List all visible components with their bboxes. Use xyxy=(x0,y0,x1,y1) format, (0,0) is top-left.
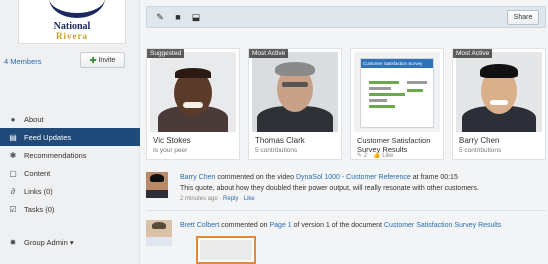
sidebar-item-tasks[interactable]: ☑ Tasks (0) xyxy=(0,200,140,218)
card-tag: Most Active xyxy=(249,49,289,58)
group-admin-menu[interactable]: ✹ Group Admin ▾ xyxy=(0,233,140,251)
recommendation-cards: Suggested Vic Stokes Is your peer Most A… xyxy=(146,48,546,166)
profile-photo xyxy=(456,52,542,132)
invite-button[interactable]: ✚ Invite xyxy=(80,52,125,68)
link-icon: ∂ xyxy=(11,186,15,196)
document-card[interactable]: Customer Satisfaction Survey Customer Sa… xyxy=(350,48,444,160)
feed-text: Brett Colbert commented on Page 1 of ver… xyxy=(180,220,540,231)
info-icon: ● xyxy=(10,114,16,124)
logo-subname: Rivera xyxy=(56,31,88,41)
checkbox-icon: ☑ xyxy=(9,204,17,214)
logo-arc xyxy=(49,0,105,18)
avatar[interactable] xyxy=(146,172,168,198)
profile-photo xyxy=(252,52,338,132)
person-card[interactable]: Suggested Vic Stokes Is your peer xyxy=(146,48,240,160)
profile-photo xyxy=(150,52,236,132)
attachment-thumbnail[interactable] xyxy=(196,236,256,264)
upload-icon[interactable]: ⬓ xyxy=(189,10,203,24)
feed-headline: Brett Colbert commented on Page 1 of ver… xyxy=(180,222,502,229)
feed-headline: Barry Chen commented on the video DynaSo… xyxy=(180,174,458,181)
feed-body: This quote, about how they doubled their… xyxy=(180,185,479,192)
gear-icon: ✹ xyxy=(9,237,17,247)
sidebar-item-label: About xyxy=(24,114,44,124)
person-name[interactable]: Vic Stokes xyxy=(153,136,191,145)
sidebar-item-about[interactable]: ● About xyxy=(0,110,140,128)
document-stats: ✎ 2 👍 Like xyxy=(357,152,393,159)
avatar[interactable] xyxy=(146,220,172,246)
target-link[interactable]: DynaSol 1000 - Customer Reference xyxy=(296,174,411,181)
sidebar-item-label: Links (0) xyxy=(24,186,53,196)
document-preview: Customer Satisfaction Survey xyxy=(354,52,440,132)
like-link[interactable]: 👍 Like xyxy=(373,152,393,159)
person-relation: Is your peer xyxy=(153,147,188,154)
group-admin-label: Group Admin ▾ xyxy=(24,237,74,247)
sidebar-item-links[interactable]: ∂ Links (0) xyxy=(0,182,140,200)
star-icon: ✱ xyxy=(9,150,17,160)
sidebar-item-label: Recommendations xyxy=(24,150,87,160)
card-tag: Most Active xyxy=(453,49,493,58)
comment-count: ✎ 2 xyxy=(357,153,368,159)
sidebar-item-recommendations[interactable]: ✱ Recommendations xyxy=(0,146,140,164)
author-link[interactable]: Brett Colbert xyxy=(180,222,219,229)
person-card[interactable]: Most Active Barry Chen 5 contributions xyxy=(452,48,546,160)
reply-link[interactable]: Reply xyxy=(223,196,238,202)
feed-icon: ▤ xyxy=(9,132,17,142)
document-thumbnail: Customer Satisfaction Survey xyxy=(360,58,434,128)
person-name[interactable]: Barry Chen xyxy=(459,136,499,145)
person-contributions: 5 contributions xyxy=(255,147,298,154)
sidebar-item-label: Tasks (0) xyxy=(24,204,55,214)
sidebar-item-label: Content xyxy=(24,168,51,178)
video-icon[interactable]: ■ xyxy=(171,10,185,24)
sidebar: National Rivera 4 Members ✚ Invite ● Abo… xyxy=(0,0,140,264)
invite-label: Invite xyxy=(98,56,116,64)
attach-icon[interactable]: ✎ xyxy=(153,10,167,24)
add-icon: ✚ xyxy=(89,55,97,65)
person-contributions: 5 contributions xyxy=(459,147,502,154)
document-link[interactable]: Customer Satisfaction Survey Results xyxy=(384,222,502,229)
post-toolbar: ✎ ■ ⬓ Share xyxy=(146,6,546,28)
card-tag: Suggested xyxy=(147,49,185,58)
sidebar-item-label: Feed Updates xyxy=(24,132,72,142)
person-name[interactable]: Thomas Clark xyxy=(255,136,305,145)
document-thumbnail-title: Customer Satisfaction Survey xyxy=(361,59,433,68)
target-link[interactable]: Page 1 xyxy=(270,222,292,229)
members-link[interactable]: 4 Members xyxy=(4,57,42,66)
divider xyxy=(146,210,546,211)
sidebar-item-feed-updates[interactable]: ▤ Feed Updates xyxy=(0,128,140,146)
feed-meta: 2 minutes ago · Reply · Like xyxy=(180,196,255,202)
feed-item: Barry Chen commented on the video DynaSo… xyxy=(146,172,546,206)
like-link[interactable]: Like xyxy=(244,196,255,202)
group-logo: National Rivera xyxy=(18,0,126,44)
feed-text: Barry Chen commented on the video DynaSo… xyxy=(180,172,540,205)
sidebar-nav: ● About ▤ Feed Updates ✱ Recommendations… xyxy=(0,110,140,247)
sidebar-item-content[interactable]: ▢ Content xyxy=(0,164,140,182)
person-card[interactable]: Most Active Thomas Clark 5 contributions xyxy=(248,48,342,160)
share-button[interactable]: Share xyxy=(507,10,539,25)
author-link[interactable]: Barry Chen xyxy=(180,174,215,181)
document-icon: ▢ xyxy=(9,168,17,178)
